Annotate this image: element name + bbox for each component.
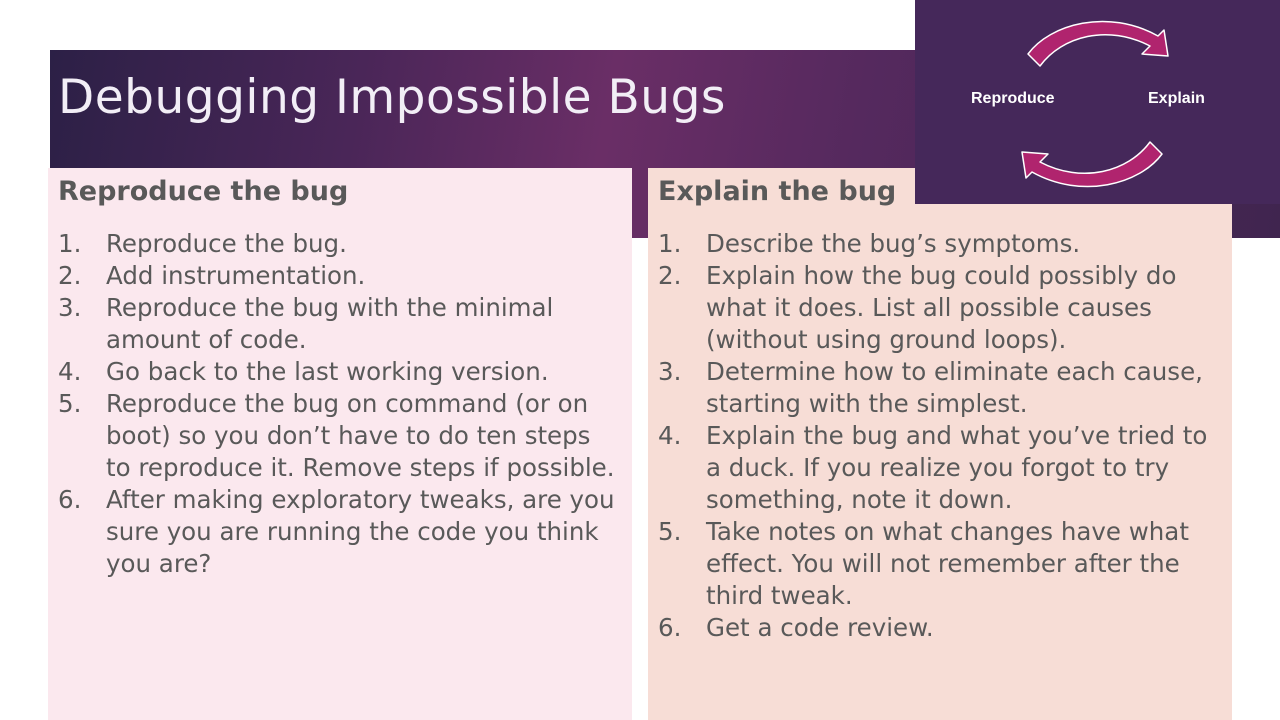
- cycle-diagram: Reproduce Explain: [915, 0, 1280, 204]
- slide-title: Debugging Impossible Bugs: [58, 70, 726, 125]
- step-number: 6.: [58, 485, 82, 514]
- list-item: 1. Describe the bug’s symptoms.: [658, 228, 1222, 260]
- step-number: 2.: [658, 261, 682, 290]
- step-number: 5.: [658, 517, 682, 546]
- step-text: Add instrumentation.: [106, 261, 366, 290]
- explain-steps: 1. Describe the bug’s symptoms. 2. Expla…: [658, 228, 1222, 644]
- reproduce-steps: 1. Reproduce the bug. 2. Add instrumenta…: [58, 228, 622, 580]
- list-item: 4. Explain the bug and what you’ve tried…: [658, 420, 1222, 516]
- step-text: Get a code review.: [706, 613, 934, 642]
- list-item: 4. Go back to the last working version.: [58, 356, 622, 388]
- cycle-label-explain: Explain: [1148, 90, 1205, 107]
- step-text: Take notes on what changes have what eff…: [706, 517, 1189, 610]
- slide: Debugging Impossible Bugs Reproduce the …: [0, 0, 1280, 720]
- cycle-label-reproduce: Reproduce: [971, 90, 1055, 107]
- curved-arrow-right-icon: [1027, 20, 1169, 67]
- list-item: 6. After making exploratory tweaks, are …: [58, 484, 622, 580]
- step-number: 5.: [58, 389, 82, 418]
- step-number: 6.: [658, 613, 682, 642]
- curved-arrow-left-icon: [1021, 141, 1163, 188]
- list-item: 3. Reproduce the bug with the minimal am…: [58, 292, 622, 356]
- step-text: Go back to the last working version.: [106, 357, 549, 386]
- step-number: 4.: [58, 357, 82, 386]
- explain-panel: Explain the bug 1. Describe the bug’s sy…: [648, 168, 1232, 720]
- list-item: 5. Reproduce the bug on command (or on b…: [58, 388, 622, 484]
- list-item: 6. Get a code review.: [658, 612, 1222, 644]
- step-number: 3.: [658, 357, 682, 386]
- step-number: 2.: [58, 261, 82, 290]
- step-text: Reproduce the bug with the minimal amoun…: [106, 293, 554, 354]
- step-number: 1.: [658, 229, 682, 258]
- list-item: 5. Take notes on what changes have what …: [658, 516, 1222, 612]
- step-text: Determine how to eliminate each cause, s…: [706, 357, 1203, 418]
- step-number: 4.: [658, 421, 682, 450]
- step-number: 3.: [58, 293, 82, 322]
- list-item: 2. Add instrumentation.: [58, 260, 622, 292]
- step-text: Reproduce the bug on command (or on boot…: [106, 389, 615, 482]
- reproduce-heading: Reproduce the bug: [58, 176, 349, 207]
- step-text: After making exploratory tweaks, are you…: [106, 485, 615, 578]
- step-text: Explain how the bug could possibly do wh…: [706, 261, 1177, 354]
- list-item: 3. Determine how to eliminate each cause…: [658, 356, 1222, 420]
- step-number: 1.: [58, 229, 82, 258]
- step-text: Explain the bug and what you’ve tried to…: [706, 421, 1208, 514]
- reproduce-panel: Reproduce the bug 1. Reproduce the bug. …: [48, 168, 632, 720]
- step-text: Reproduce the bug.: [106, 229, 347, 258]
- list-item: 1. Reproduce the bug.: [58, 228, 622, 260]
- list-item: 2. Explain how the bug could possibly do…: [658, 260, 1222, 356]
- step-text: Describe the bug’s symptoms.: [706, 229, 1081, 258]
